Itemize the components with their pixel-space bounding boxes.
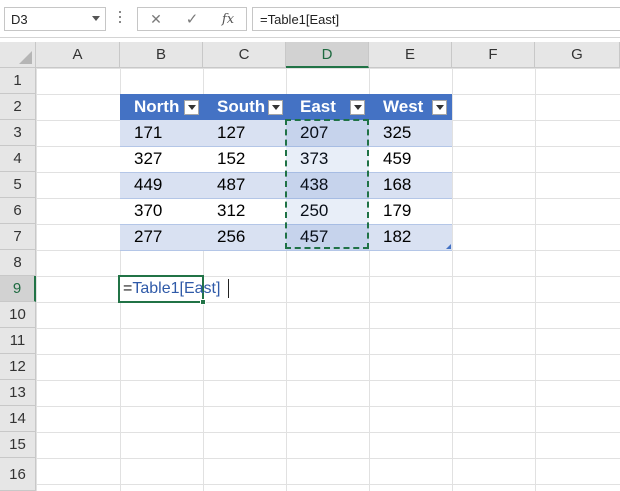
- table-header-label: North: [134, 97, 180, 116]
- column-header-c[interactable]: C: [203, 42, 286, 68]
- table-cell[interactable]: 370: [120, 198, 203, 224]
- table-cell[interactable]: 449: [120, 172, 203, 198]
- table-header-label: West: [383, 97, 424, 116]
- table-cell[interactable]: 256: [203, 224, 286, 250]
- formula-bar: D3 ✕ ✓ fx =Table1[East]: [0, 0, 620, 38]
- formula-text: =Table1[East]: [260, 12, 340, 27]
- gridline: [535, 68, 536, 491]
- table-cell[interactable]: 152: [203, 146, 286, 172]
- row-header-5[interactable]: 5: [0, 172, 36, 198]
- cell-formula: =Table1[East]: [123, 280, 220, 298]
- close-icon: ✕: [150, 10, 162, 27]
- name-box-value: D3: [11, 12, 28, 27]
- fill-handle[interactable]: [200, 299, 206, 305]
- row-header-11[interactable]: 11: [0, 328, 36, 354]
- cancel-button[interactable]: ✕: [144, 10, 168, 28]
- column-header-f[interactable]: F: [452, 42, 535, 68]
- chevron-down-icon: [271, 105, 280, 110]
- chevron-down-icon: [353, 105, 362, 110]
- row-header-14[interactable]: 14: [0, 406, 36, 432]
- filter-dropdown-button[interactable]: [432, 100, 447, 115]
- table-header-label: South: [217, 97, 266, 116]
- row-header-4[interactable]: 4: [0, 146, 36, 172]
- column-header-b[interactable]: B: [120, 42, 203, 68]
- formula-buttons: ✕ ✓ fx: [137, 7, 247, 31]
- table-cell[interactable]: 171: [120, 120, 203, 146]
- gridline: [452, 68, 453, 491]
- column-header-e[interactable]: E: [369, 42, 452, 68]
- fx-icon: fx: [221, 11, 235, 27]
- select-all-icon: [19, 51, 32, 64]
- row-header-1[interactable]: 1: [0, 68, 36, 94]
- row-header-3[interactable]: 3: [0, 120, 36, 146]
- row-header-9[interactable]: 9: [0, 276, 36, 302]
- chevron-down-icon[interactable]: [92, 16, 100, 21]
- text-caret: [228, 279, 229, 298]
- table-header-west[interactable]: West: [369, 94, 452, 120]
- table-bottom-border: [120, 250, 452, 251]
- column-header-g[interactable]: G: [535, 42, 620, 68]
- table-cell[interactable]: 127: [203, 120, 286, 146]
- select-all-button[interactable]: [0, 42, 36, 68]
- table-cell[interactable]: 487: [203, 172, 286, 198]
- row-header-16[interactable]: 16: [0, 458, 36, 491]
- table-header-south[interactable]: South: [203, 94, 286, 120]
- column-header-a[interactable]: A: [36, 42, 120, 68]
- row-header-8[interactable]: 8: [0, 250, 36, 276]
- row-header-6[interactable]: 6: [0, 198, 36, 224]
- row-header-10[interactable]: 10: [0, 302, 36, 328]
- row-header-15[interactable]: 15: [0, 432, 36, 458]
- chevron-down-icon: [187, 105, 196, 110]
- table-cell[interactable]: 168: [369, 172, 452, 198]
- formula-equals: =: [123, 280, 133, 297]
- table-cell[interactable]: 179: [369, 198, 452, 224]
- table-cell[interactable]: 327: [120, 146, 203, 172]
- table-cell[interactable]: 312: [203, 198, 286, 224]
- table-header-east[interactable]: East: [286, 94, 369, 120]
- enter-button[interactable]: ✓: [180, 10, 204, 28]
- filter-dropdown-button[interactable]: [268, 100, 283, 115]
- drag-handle-icon[interactable]: [119, 11, 122, 27]
- row-header-2[interactable]: 2: [0, 94, 36, 120]
- insert-function-button[interactable]: fx: [216, 10, 240, 28]
- table-header-north[interactable]: North: [120, 94, 203, 120]
- row-header-13[interactable]: 13: [0, 380, 36, 406]
- chevron-down-icon: [435, 105, 444, 110]
- row-header-12[interactable]: 12: [0, 354, 36, 380]
- name-box[interactable]: D3: [4, 7, 106, 31]
- formula-input[interactable]: =Table1[East]: [252, 7, 620, 31]
- formula-reference: Table1[East]: [132, 280, 221, 297]
- filter-dropdown-button[interactable]: [350, 100, 365, 115]
- table-header-label: East: [300, 97, 336, 116]
- column-header-d[interactable]: D: [286, 42, 369, 68]
- reference-highlight: [286, 120, 369, 250]
- table-cell[interactable]: 325: [369, 120, 452, 146]
- row-header-7[interactable]: 7: [0, 224, 36, 250]
- check-icon: ✓: [185, 11, 199, 28]
- table-cell[interactable]: 459: [369, 146, 452, 172]
- table-cell[interactable]: 182: [369, 224, 452, 250]
- table-cell[interactable]: 277: [120, 224, 203, 250]
- table-resize-handle[interactable]: [446, 244, 451, 249]
- filter-dropdown-button[interactable]: [184, 100, 199, 115]
